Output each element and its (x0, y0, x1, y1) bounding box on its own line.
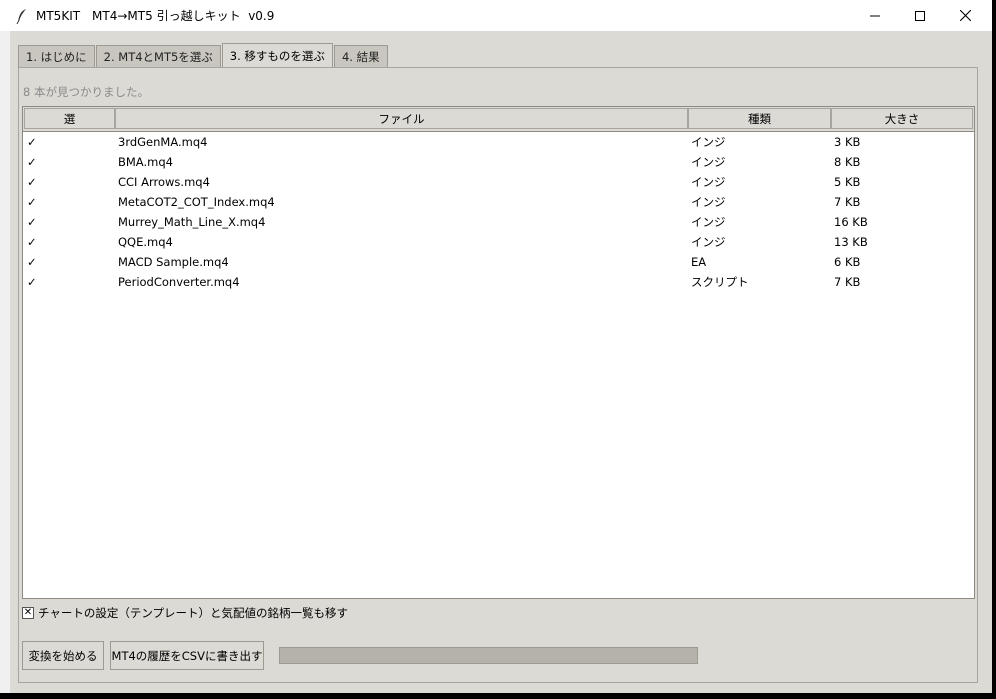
move-chart-label: チャートの設定（テンプレート）と気配値の銘柄一覧も移す (38, 606, 349, 620)
maximize-icon (915, 10, 925, 21)
table-header: 選 ファイル 種類 大きさ (23, 107, 974, 132)
row-check[interactable]: ✓ (27, 192, 37, 212)
tab-bar: 1. はじめに 2. MT4とMT5を選ぶ 3. 移すものを選ぶ 4. 結果 (18, 43, 389, 68)
row-check[interactable]: ✓ (27, 132, 37, 152)
table-row[interactable]: ✓ Murrey_Math_Line_X.mq4 インジ 16 KB (23, 212, 974, 232)
row-size: 7 KB (834, 275, 861, 289)
minimize-icon (870, 15, 880, 16)
table-row[interactable]: ✓ MACD Sample.mq4 EA 6 KB (23, 252, 974, 272)
row-file: MetaCOT2_COT_Index.mq4 (118, 195, 275, 209)
row-file: PeriodConverter.mq4 (118, 275, 240, 289)
maximize-button[interactable] (897, 0, 943, 31)
row-check[interactable]: ✓ (27, 272, 37, 292)
row-file: Murrey_Math_Line_X.mq4 (118, 215, 266, 229)
tab-select-terminals[interactable]: 2. MT4とMT5を選ぶ (95, 45, 221, 68)
main-content: 1. はじめに 2. MT4とMT5を選ぶ 3. 移すものを選ぶ 4. 結果 8… (10, 31, 992, 693)
row-check[interactable]: ✓ (27, 212, 37, 232)
row-type: インジ (691, 175, 726, 189)
table-row[interactable]: ✓ CCI Arrows.mq4 インジ 5 KB (23, 172, 974, 192)
row-type: インジ (691, 155, 726, 169)
tab-select-items[interactable]: 3. 移すものを選ぶ (221, 43, 333, 68)
close-icon (959, 10, 971, 21)
table-row[interactable]: ✓ MetaCOT2_COT_Index.mq4 インジ 7 KB (23, 192, 974, 212)
feather-icon (12, 6, 32, 26)
title-bar[interactable]: MT5KIT MT4→MT5 引っ越しキット v0.9 (0, 0, 992, 31)
row-file: CCI Arrows.mq4 (118, 175, 210, 189)
move-chart-option[interactable]: ✕ チャートの設定（テンプレート）と気配値の銘柄一覧も移す (22, 605, 348, 621)
tab-intro[interactable]: 1. はじめに (18, 45, 95, 68)
row-size: 7 KB (834, 195, 861, 209)
start-conversion-button[interactable]: 変換を始める (22, 641, 104, 670)
row-type: インジ (691, 195, 726, 209)
close-button[interactable] (942, 0, 988, 31)
table-row[interactable]: ✓ BMA.mq4 インジ 8 KB (23, 152, 974, 172)
status-text: 8 本が見つかりました。 (23, 85, 149, 99)
tab-results[interactable]: 4. 結果 (333, 45, 388, 68)
row-size: 16 KB (834, 215, 868, 229)
tab-panel: 8 本が見つかりました。 選 ファイル 種類 大きさ ✓ 3rdGenMA.mq… (18, 67, 978, 683)
row-check[interactable]: ✓ (27, 152, 37, 172)
row-check[interactable]: ✓ (27, 252, 37, 272)
table-row[interactable]: ✓ 3rdGenMA.mq4 インジ 3 KB (23, 132, 974, 152)
row-file: MACD Sample.mq4 (118, 255, 229, 269)
row-file: 3rdGenMA.mq4 (118, 135, 208, 149)
file-table[interactable]: 選 ファイル 種類 大きさ ✓ 3rdGenMA.mq4 インジ 3 KB ✓ … (22, 106, 975, 599)
row-type: インジ (691, 135, 726, 149)
row-check[interactable]: ✓ (27, 232, 37, 252)
table-row[interactable]: ✓ QQE.mq4 インジ 13 KB (23, 232, 974, 252)
row-size: 6 KB (834, 255, 861, 269)
row-size: 5 KB (834, 175, 861, 189)
column-header-select[interactable]: 選 (24, 108, 115, 129)
window-title: MT5KIT MT4→MT5 引っ越しキット v0.9 (36, 9, 275, 23)
table-row[interactable]: ✓ PeriodConverter.mq4 スクリプト 7 KB (23, 272, 974, 292)
move-chart-checkbox[interactable]: ✕ (22, 607, 34, 619)
row-file: QQE.mq4 (118, 235, 173, 249)
column-header-size[interactable]: 大きさ (831, 108, 973, 129)
row-type: インジ (691, 235, 726, 249)
export-csv-button[interactable]: MT4の履歴をCSVに書き出す (110, 641, 264, 670)
row-size: 8 KB (834, 155, 861, 169)
minimize-button[interactable] (852, 0, 898, 31)
column-header-file[interactable]: ファイル (115, 108, 688, 129)
row-check[interactable]: ✓ (27, 172, 37, 192)
row-size: 13 KB (834, 235, 868, 249)
row-type: インジ (691, 215, 726, 229)
row-size: 3 KB (834, 135, 861, 149)
row-type: EA (691, 255, 707, 269)
progress-bar (279, 647, 698, 664)
row-type: スクリプト (691, 275, 749, 289)
app-window: MT5KIT MT4→MT5 引っ越しキット v0.9 1. はじめに 2. M… (0, 0, 992, 693)
row-file: BMA.mq4 (118, 155, 173, 169)
column-header-type[interactable]: 種類 (688, 108, 831, 129)
